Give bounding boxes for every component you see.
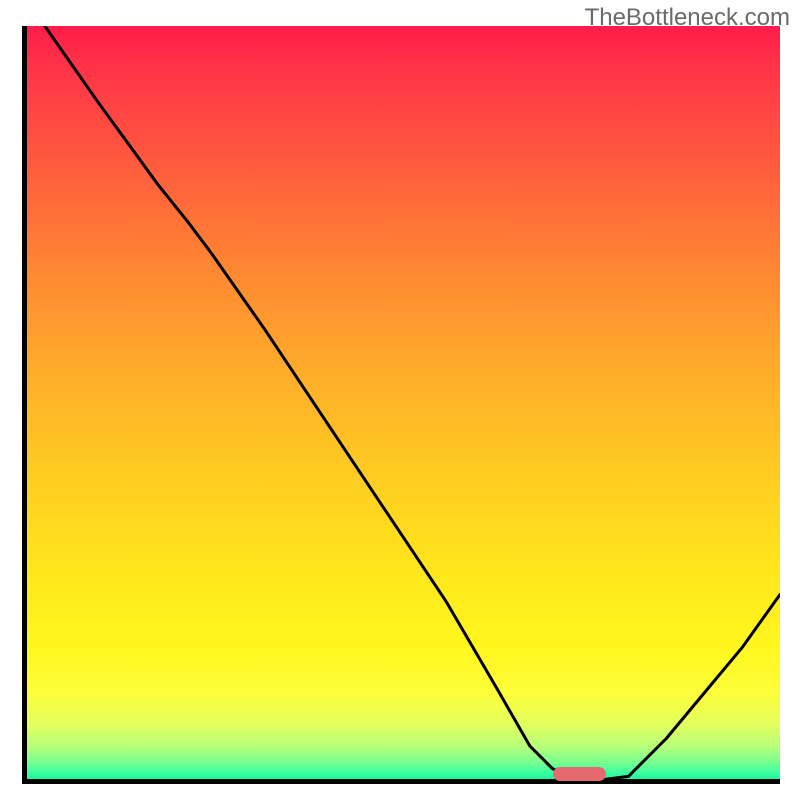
plot-frame [22, 26, 780, 784]
bottleneck-curve [22, 26, 780, 784]
chart-container: TheBottleneck.com [0, 0, 800, 800]
optimal-marker [553, 767, 606, 781]
plot-area [22, 26, 780, 784]
watermark-text: TheBottleneck.com [585, 4, 790, 32]
